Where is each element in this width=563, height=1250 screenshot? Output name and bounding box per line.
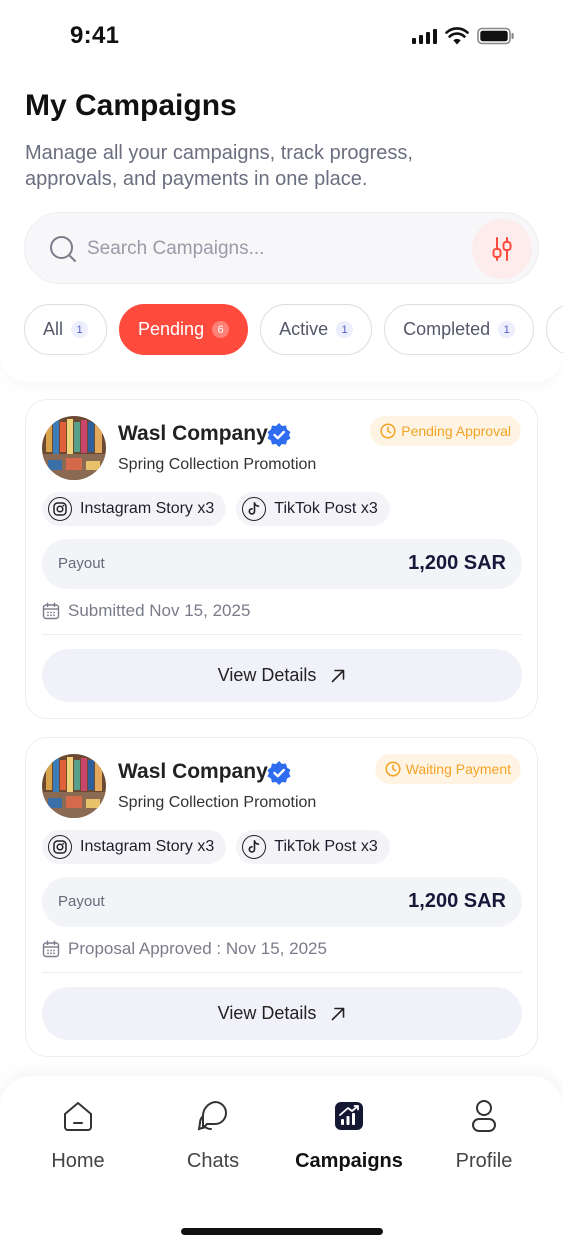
- tag-label: Instagram Story x3: [80, 500, 215, 517]
- tag-label: TikTok Post x3: [274, 500, 378, 517]
- chip-all[interactable]: All 1: [24, 304, 108, 355]
- nav-label: Home: [51, 1150, 105, 1172]
- calendar-icon: [42, 940, 60, 958]
- payout-value: 1,200 SAR: [408, 552, 506, 574]
- campaign-name: Spring Collection Promotion: [118, 456, 317, 473]
- chip-count: 1: [336, 321, 354, 338]
- date-text: Proposal Approved : Nov 15, 2025: [68, 939, 327, 958]
- filter-button[interactable]: [472, 219, 532, 279]
- date-row: Proposal Approved : Nov 15, 2025: [42, 939, 327, 959]
- button-label: View Details: [217, 665, 317, 685]
- home-icon: [64, 1102, 92, 1131]
- search-input[interactable]: [87, 231, 447, 267]
- deliverable-tag: Instagram Story x3: [42, 830, 227, 864]
- profile-icon: [472, 1100, 496, 1132]
- chip-label: Pending: [138, 319, 205, 339]
- chip-count: 1: [498, 321, 516, 338]
- arrow-up-right-icon: [332, 669, 345, 682]
- view-details-button[interactable]: View Details: [42, 649, 522, 702]
- home-indicator: [181, 1228, 383, 1235]
- filter-sliders-icon: [492, 237, 512, 261]
- battery-icon: [477, 27, 514, 45]
- status-badge: Pending Approval: [370, 416, 521, 446]
- deliverable-tag: TikTok Post x3: [236, 830, 390, 864]
- payout-row: Payout 1,200 SAR: [42, 539, 522, 589]
- payout-label: Payout: [58, 555, 105, 572]
- chip-active[interactable]: Active 1: [260, 304, 373, 355]
- clock-icon: [380, 423, 396, 439]
- page-subtitle: Manage all your campaigns, track progres…: [25, 142, 413, 190]
- nav-item-chats[interactable]: Chats: [153, 1098, 273, 1173]
- campaign-card: Wasl Company Spring Collection Promotion…: [25, 737, 538, 1057]
- tag-label: TikTok Post x3: [274, 838, 378, 855]
- campaigns-icon: [335, 1102, 363, 1130]
- date-row: Submitted Nov 15, 2025: [42, 601, 250, 621]
- divider: [42, 634, 522, 635]
- search-icon: [50, 236, 76, 262]
- status-time: 9:41: [70, 22, 120, 49]
- view-details-button[interactable]: View Details: [42, 987, 522, 1040]
- status-text: Waiting Payment: [405, 761, 511, 777]
- clock-icon: [385, 761, 401, 777]
- calendar-icon: [42, 602, 60, 620]
- instagram-icon: [48, 835, 72, 859]
- company-name: Wasl Company: [118, 760, 268, 783]
- chip-label: All: [43, 319, 64, 339]
- top-section: 9:41 My Campaigns Manage all your campai…: [0, 0, 563, 382]
- tiktok-icon: [242, 835, 267, 859]
- verified-badge-icon: [267, 761, 291, 785]
- chip-label: Active: [279, 319, 329, 339]
- tag-label: Instagram Story x3: [80, 838, 215, 855]
- nav-item-campaigns[interactable]: Campaigns: [289, 1098, 409, 1173]
- bottom-nav: Home Chats Campaigns Profile: [0, 1076, 563, 1250]
- status-bar: 9:41: [0, 0, 563, 72]
- wifi-icon: [445, 27, 469, 45]
- chat-icon: [197, 1101, 227, 1131]
- status-icons: [412, 27, 515, 45]
- divider: [42, 972, 522, 973]
- nav-label: Campaigns: [295, 1150, 403, 1172]
- search-bar: [24, 212, 539, 284]
- deliverable-tag: TikTok Post x3: [236, 492, 390, 526]
- chip-pending[interactable]: Pending 6: [119, 304, 249, 355]
- chip-label: Completed: [403, 319, 491, 339]
- deliverable-tags: Instagram Story x3 TikTok Post x3: [42, 492, 390, 526]
- company-logo: [42, 754, 106, 818]
- filter-chips: All 1 Pending 6 Active 1 Completed 1 C: [24, 304, 563, 356]
- deliverable-tags: Instagram Story x3 TikTok Post x3: [42, 830, 390, 864]
- verified-badge-icon: [267, 423, 291, 447]
- nav-label: Chats: [186, 1150, 240, 1172]
- date-text: Submitted Nov 15, 2025: [68, 601, 251, 620]
- deliverable-tag: Instagram Story x3: [42, 492, 227, 526]
- campaign-card: Wasl Company Spring Collection Promotion…: [25, 399, 538, 719]
- payout-row: Payout 1,200 SAR: [42, 877, 522, 927]
- nav-item-profile[interactable]: Profile: [424, 1098, 544, 1173]
- chip-count: 6: [212, 321, 230, 338]
- cellular-signal-icon: [412, 28, 437, 44]
- instagram-icon: [48, 497, 72, 521]
- company-name: Wasl Company: [118, 422, 268, 445]
- nav-label: Profile: [455, 1150, 513, 1172]
- company-logo: [42, 416, 106, 480]
- chip-partial[interactable]: C: [546, 304, 563, 355]
- chip-completed[interactable]: Completed 1: [384, 304, 535, 355]
- status-text: Pending Approval: [401, 423, 511, 439]
- button-label: View Details: [217, 1003, 317, 1023]
- campaign-name: Spring Collection Promotion: [118, 794, 317, 811]
- payout-value: 1,200 SAR: [408, 890, 506, 912]
- payout-label: Payout: [58, 893, 105, 910]
- tiktok-icon: [242, 497, 267, 521]
- chip-count: 1: [71, 321, 89, 338]
- page-title: My Campaigns: [25, 89, 237, 122]
- status-badge: Waiting Payment: [374, 754, 521, 784]
- nav-item-home[interactable]: Home: [18, 1098, 138, 1173]
- arrow-up-right-icon: [332, 1007, 345, 1020]
